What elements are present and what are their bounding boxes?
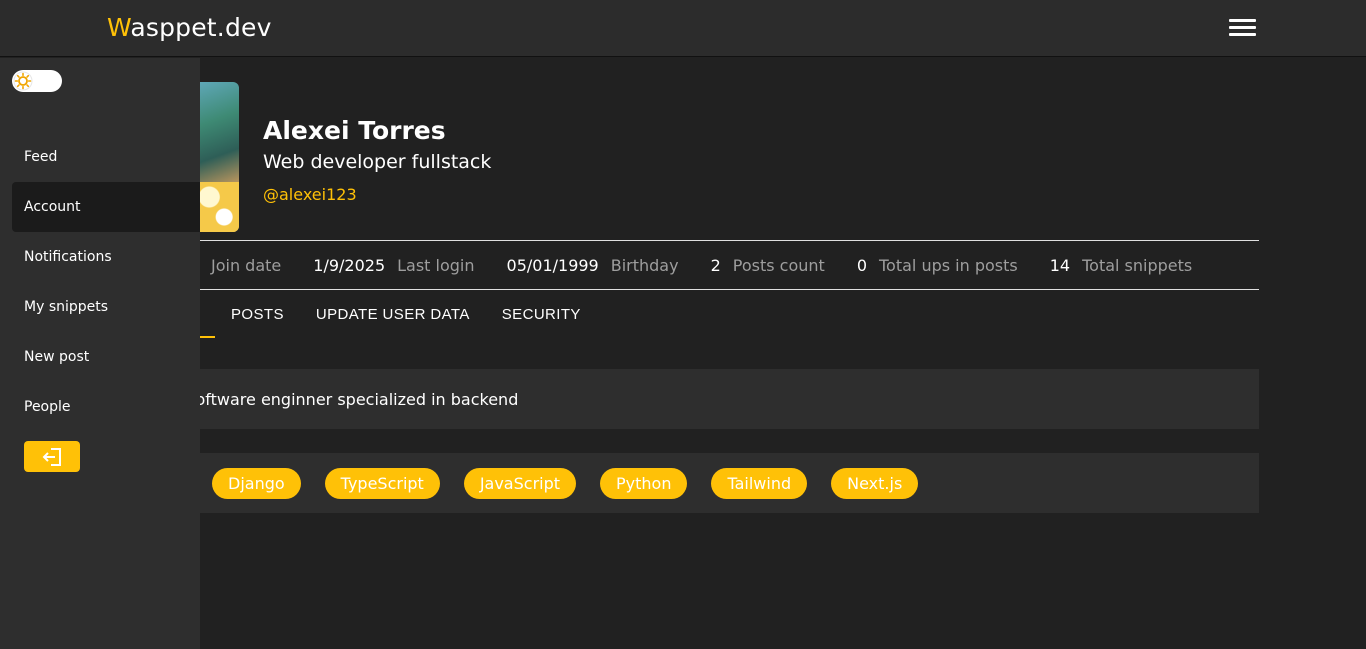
sidebar-item-people[interactable]: People [12,382,200,432]
hamburger-menu-icon[interactable] [1229,18,1256,38]
sidebar: Feed Account Notifications My snippets N… [0,58,200,649]
skill-chip[interactable]: Next.js [831,467,919,499]
stat-value: 0 [856,255,867,275]
stat-value: 05/01/1999 [506,255,599,275]
sidebar-item-feed[interactable]: Feed [12,132,200,182]
stat-label: Join date [211,255,282,275]
profile-role: Web developer fullstack [263,151,492,173]
bio-panel: ck software enginner specialized in back… [140,369,1259,429]
stat-value: 2 [710,255,721,275]
sidebar-nav: Feed Account Notifications My snippets N… [12,132,200,432]
profile-handle: @alexei123 [263,185,357,204]
skill-chip[interactable]: Django [212,467,301,499]
stat-label: Total snippets [1082,255,1193,275]
stat-label: Birthday [610,255,679,275]
bio-text: ck software enginner specialized in back… [164,389,519,409]
logout-button[interactable] [24,441,80,472]
skills-panel: Django TypeScript JavaScript Python Tail… [140,453,1259,513]
sidebar-item-account[interactable]: Account [12,182,200,232]
stat-value: 1/9/2025 [313,255,386,275]
tab-security[interactable]: SECURITY [486,291,597,338]
theme-toggle[interactable] [12,70,62,92]
sidebar-item-new-post[interactable]: New post [12,332,200,382]
skill-chip[interactable]: Tailwind [711,467,808,499]
stat-label: Total ups in posts [879,255,1018,275]
stat-label: Last login [397,255,475,275]
stat-label: Posts count [732,255,825,275]
stat-value: 14 [1049,255,1071,275]
brand-logo[interactable]: Wasppet.dev [107,13,272,42]
skill-chip[interactable]: Python [600,467,688,499]
sun-icon [13,71,33,91]
top-bar: Wasppet.dev [0,0,1366,57]
brand-first-letter: W [107,13,131,42]
logout-arrow-icon [42,447,61,466]
profile-name: Alexei Torres [263,116,446,145]
tab-update-user-data[interactable]: UPDATE USER DATA [300,291,486,338]
brand-rest: asppet.dev [130,13,272,42]
stats-bar: Join date 1/9/2025 Last login 05/01/1999… [140,240,1259,290]
profile-tabs: POSTS UPDATE USER DATA SECURITY [140,291,597,338]
tab-posts[interactable]: POSTS [215,291,300,338]
sidebar-item-my-snippets[interactable]: My snippets [12,282,200,332]
sidebar-item-notifications[interactable]: Notifications [12,232,200,282]
skill-chip[interactable]: TypeScript [324,467,440,499]
skill-chip[interactable]: JavaScript [463,467,577,499]
